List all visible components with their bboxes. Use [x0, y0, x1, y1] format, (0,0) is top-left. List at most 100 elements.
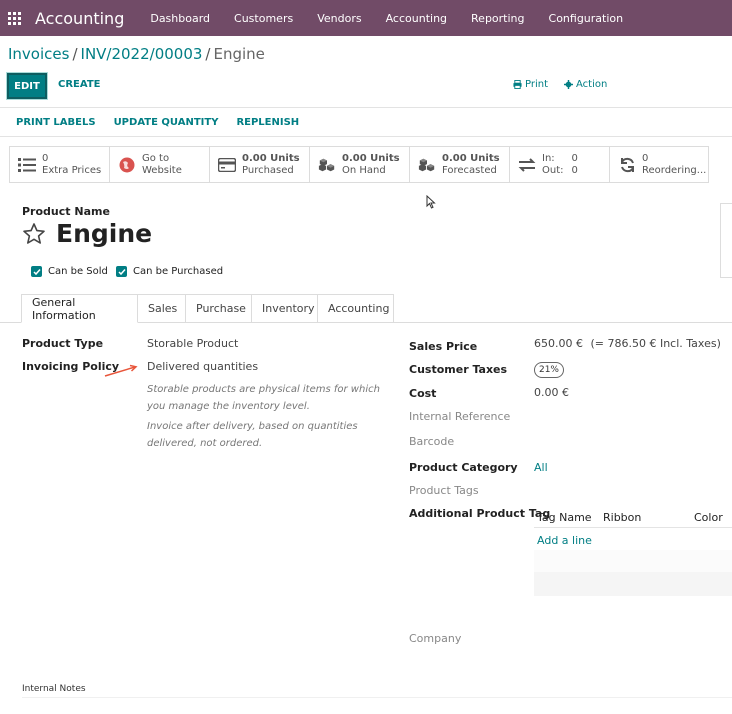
mouse-cursor-icon	[426, 195, 436, 209]
product-type-value: Storable Product	[147, 337, 239, 350]
product-type-help: Storable products are physical items for…	[147, 381, 380, 415]
forecasted-label: Forecasted	[442, 165, 497, 176]
breadcrumb-current: Engine	[213, 45, 265, 63]
nav-accounting[interactable]: Accounting	[374, 12, 459, 25]
breadcrumb-invoices[interactable]: Invoices	[8, 45, 69, 63]
sales-price-field[interactable]: 650.00 € (= 786.50 € Incl. Taxes)	[534, 337, 721, 350]
tab-general-information[interactable]: General Information	[21, 294, 138, 323]
extra-prices-button[interactable]: 0 Extra Prices	[9, 147, 109, 183]
smart-buttons: 0 Extra Prices Go to Website 0.00 Units Pur…	[9, 146, 709, 183]
additional-product-tag-label: Additional Product Tag	[409, 507, 551, 520]
product-name-field[interactable]: Engine	[56, 219, 152, 248]
star-icon[interactable]	[22, 222, 46, 246]
action-button[interactable]: Action	[564, 79, 607, 90]
product-name-label: Product Name	[22, 205, 110, 218]
exchange-icon	[518, 156, 536, 174]
product-category-value[interactable]: All	[534, 461, 548, 474]
print-labels-button[interactable]: PRINT LABELS	[16, 117, 96, 128]
gear-icon	[564, 80, 573, 89]
cost-label: Cost	[409, 387, 437, 400]
statusbar: PRINT LABELS UPDATE QUANTITY REPLENISH	[0, 108, 732, 136]
top-navbar: Accounting Dashboard Customers Vendors A…	[0, 0, 732, 36]
can-be-sold-label: Can be Sold	[48, 266, 108, 277]
add-a-line-link[interactable]: Add a line	[537, 534, 592, 547]
nav-vendors[interactable]: Vendors	[305, 12, 373, 25]
update-quantity-button[interactable]: UPDATE QUANTITY	[114, 117, 219, 128]
internal-notes-field[interactable]	[22, 697, 732, 698]
breadcrumb-separator: /	[72, 45, 78, 63]
on-hand-value: 0.00 Units	[342, 153, 400, 164]
reordering-button[interactable]: 0 Reordering...	[609, 147, 709, 183]
extra-prices-label: Extra Prices	[42, 165, 102, 176]
help-text: Storable products are physical items for…	[147, 384, 380, 395]
refresh-icon	[618, 156, 636, 174]
go-to-website-button[interactable]: Go to Website	[109, 147, 209, 183]
website-label: Website	[142, 165, 182, 176]
sales-price-incl-taxes: (= 786.50 € Incl. Taxes)	[590, 337, 721, 350]
statusbar-divider	[0, 136, 732, 137]
in-value: 0	[571, 153, 578, 164]
breadcrumb-invoice[interactable]: INV/2022/00003	[81, 45, 203, 63]
in-label: In:	[542, 153, 555, 164]
tab-inventory[interactable]: Inventory	[252, 294, 318, 323]
purchased-button[interactable]: 0.00 Units Purchased	[209, 147, 309, 183]
help-text: you manage the inventory level.	[147, 401, 310, 412]
tab-sales[interactable]: Sales	[138, 294, 186, 323]
sales-price-label: Sales Price	[409, 340, 478, 353]
website-value: Go to	[142, 153, 170, 164]
nav-dashboard[interactable]: Dashboard	[138, 12, 222, 25]
company-label: Company	[409, 632, 462, 645]
app-title[interactable]: Accounting	[35, 9, 124, 28]
invoicing-policy-value: Delivered quantities	[147, 360, 259, 373]
action-label: Action	[576, 79, 608, 90]
print-icon	[513, 80, 522, 89]
form-sheet-edge	[720, 203, 732, 278]
cubes-icon	[418, 156, 436, 174]
reordering-label: Reordering...	[642, 165, 707, 176]
nav-reporting[interactable]: Reporting	[459, 12, 536, 25]
table-header: Tag Name Ribbon Color	[534, 506, 732, 528]
cost-value[interactable]: 0.00 €	[534, 386, 569, 399]
can-be-purchased-label: Can be Purchased	[133, 266, 224, 277]
list-icon	[18, 156, 36, 174]
purchased-value: 0.00 Units	[242, 153, 300, 164]
nav-configuration[interactable]: Configuration	[537, 12, 636, 25]
can-be-purchased-checkbox[interactable]: Can be Purchased	[116, 266, 223, 277]
forecasted-button[interactable]: 0.00 Units Forecasted	[409, 147, 509, 183]
nav-customers[interactable]: Customers	[222, 12, 305, 25]
globe-icon	[118, 156, 136, 174]
barcode-label: Barcode	[409, 435, 455, 448]
table-row	[534, 550, 732, 572]
help-text: Invoice after delivery, based on quantit…	[147, 421, 358, 432]
reordering-value: 0	[642, 153, 649, 164]
column-color[interactable]: Color	[694, 511, 723, 524]
edit-button[interactable]: EDIT	[7, 73, 47, 99]
out-label: Out:	[542, 165, 564, 176]
apps-menu-icon[interactable]	[8, 11, 21, 25]
forecasted-value: 0.00 Units	[442, 153, 500, 164]
tab-purchase[interactable]: Purchase	[186, 294, 252, 323]
additional-tags-table: Tag Name Ribbon Color Add a line	[534, 506, 732, 596]
invoicing-policy-help: Invoice after delivery, based on quantit…	[147, 418, 358, 452]
tab-accounting[interactable]: Accounting	[318, 294, 394, 323]
column-tag-name[interactable]: Tag Name	[537, 511, 592, 524]
on-hand-label: On Hand	[342, 165, 386, 176]
tax-badge[interactable]: 21%	[534, 362, 564, 378]
purchased-label: Purchased	[242, 165, 294, 176]
create-button[interactable]: CREATE	[58, 79, 101, 90]
column-ribbon[interactable]: Ribbon	[603, 511, 641, 524]
in-out-button[interactable]: In: Out: 00	[509, 147, 609, 183]
cubes-icon	[318, 156, 336, 174]
on-hand-button[interactable]: 0.00 Units On Hand	[309, 147, 409, 183]
table-row	[534, 572, 732, 596]
print-label: Print	[525, 79, 549, 90]
product-category-label: Product Category	[409, 461, 518, 474]
credit-card-icon	[218, 156, 236, 174]
help-text: delivered, not ordered.	[147, 438, 263, 449]
product-type-label: Product Type	[22, 337, 104, 350]
annotation-arrow-icon	[104, 364, 138, 377]
print-button[interactable]: Print	[513, 79, 548, 90]
replenish-button[interactable]: REPLENISH	[236, 117, 299, 128]
can-be-sold-checkbox[interactable]: Can be Sold	[31, 266, 108, 277]
breadcrumb-separator: /	[205, 45, 211, 63]
